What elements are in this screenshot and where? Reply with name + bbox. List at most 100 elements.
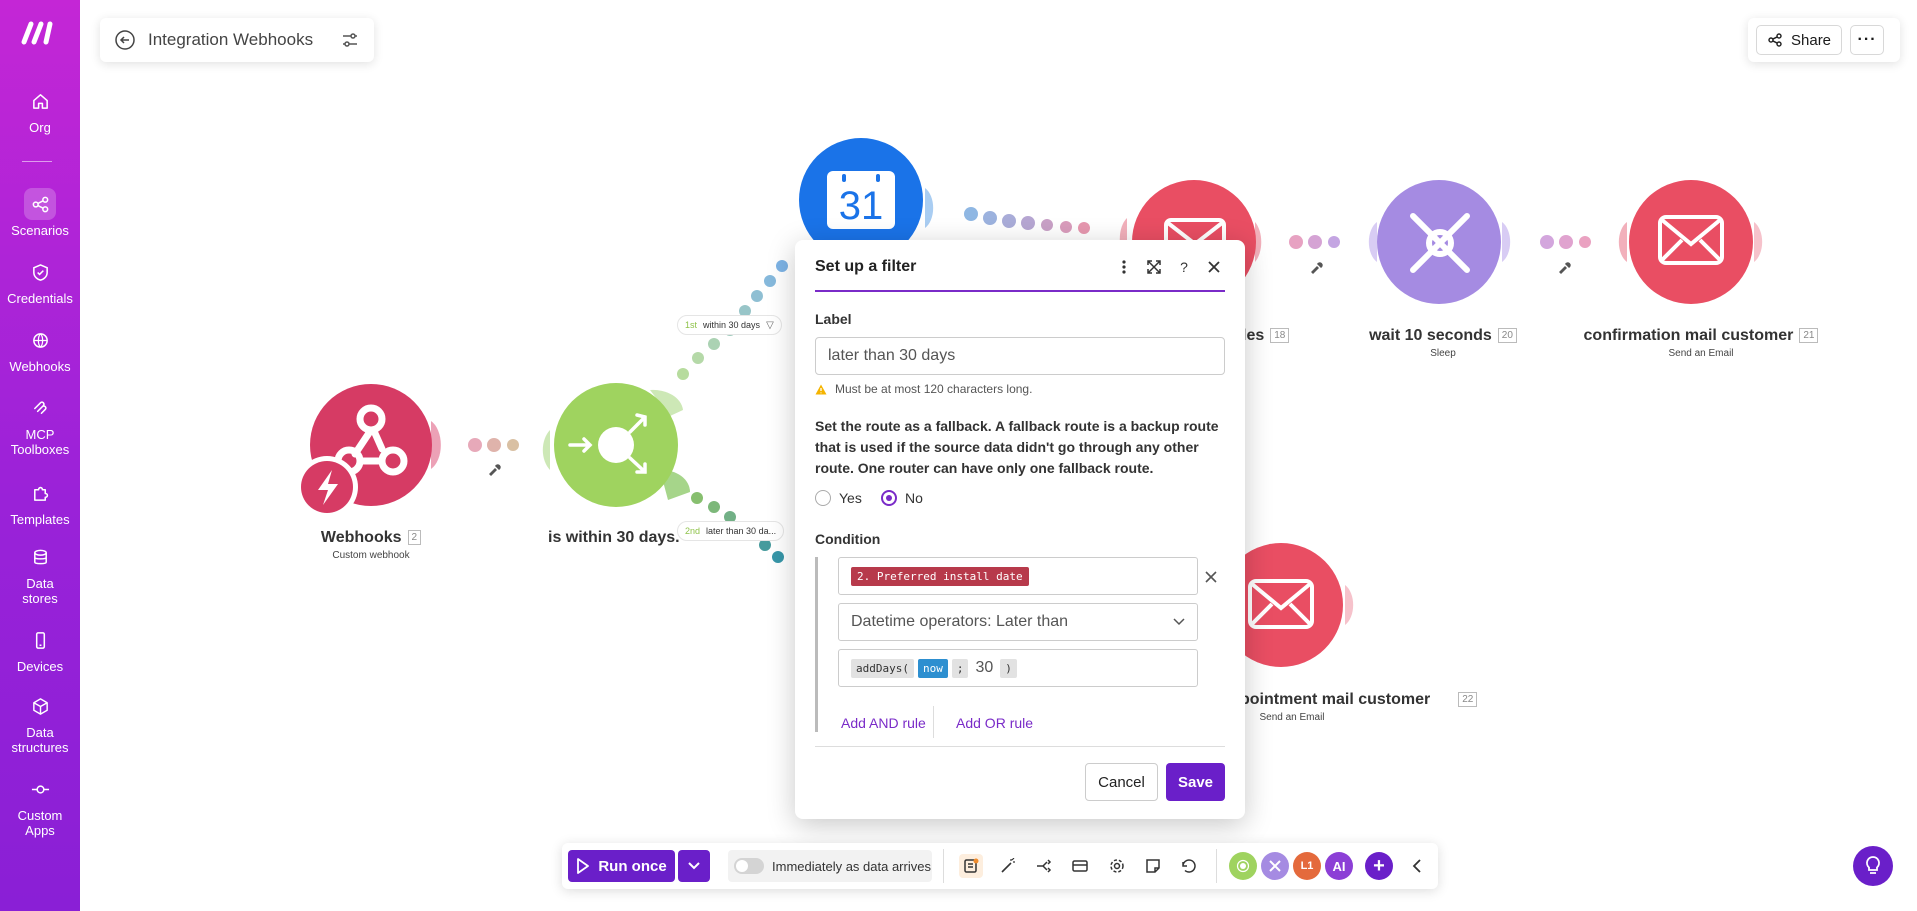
module-name: wait 10 seconds: [1369, 327, 1492, 344]
radio-label: Yes: [839, 490, 862, 506]
route-chip-1[interactable]: 1st within 30 days ▽: [677, 315, 782, 335]
expand-icon[interactable]: [1143, 256, 1165, 278]
footer-divider: [815, 746, 1225, 747]
router-app-icon[interactable]: [1229, 852, 1257, 880]
variable-chip[interactable]: 2. Preferred install date: [851, 566, 1029, 586]
wrench-icon[interactable]: [1311, 262, 1323, 274]
ai-app-icon[interactable]: AI: [1325, 852, 1353, 880]
modal-header: Set up a filter ?: [815, 256, 1225, 292]
add-app-icon[interactable]: +: [1365, 852, 1393, 880]
close-paren-chip: ): [1000, 658, 1017, 678]
module-id-badge: 22: [1458, 692, 1478, 707]
warning-icon: [815, 384, 827, 394]
run-once-button[interactable]: Run once: [568, 850, 675, 882]
add-and-rule-link[interactable]: Add AND rule: [841, 715, 926, 731]
modal-title: Set up a filter: [815, 258, 917, 275]
schedule-toggle[interactable]: Immediately as data arrives: [728, 850, 932, 882]
module-label-sleep: wait 10 seconds 20 Sleep: [1369, 327, 1517, 359]
function-chip[interactable]: addDays(: [851, 658, 914, 678]
toolbar-divider: [1216, 849, 1217, 883]
save-button[interactable]: Save: [1166, 763, 1225, 801]
module-id-badge: 18: [1270, 328, 1290, 343]
undo-icon[interactable]: [1176, 854, 1200, 878]
fallback-yes-radio[interactable]: Yes: [815, 490, 862, 506]
operator-value: Datetime operators: Later than: [851, 613, 1069, 630]
flow-icon[interactable]: [1032, 854, 1056, 878]
condition-field-input[interactable]: 2. Preferred install date: [838, 557, 1198, 595]
module-sleep[interactable]: [1368, 180, 1511, 304]
add-or-rule-link[interactable]: Add OR rule: [956, 715, 1033, 731]
chevron-down-icon: [1173, 618, 1185, 626]
wrench-icon[interactable]: [489, 464, 501, 476]
radio-label: No: [905, 490, 923, 506]
cancel-button[interactable]: Cancel: [1085, 763, 1158, 801]
gear-icon[interactable]: [1105, 854, 1129, 878]
module-subtitle: Custom webhook: [332, 550, 410, 561]
l1-app-icon[interactable]: L1: [1293, 852, 1321, 880]
module-subtitle: Send an Email: [1668, 348, 1734, 359]
label-input[interactable]: [815, 337, 1225, 375]
condition-heading: Condition: [815, 531, 881, 547]
sticky-note-icon[interactable]: [1141, 854, 1165, 878]
module-subtitle: Send an Email: [1259, 712, 1325, 723]
condition-group: 2. Preferred install date Datetime opera…: [815, 557, 1225, 732]
play-icon: [577, 858, 590, 874]
notes-icon[interactable]: [959, 854, 983, 878]
lightbulb-icon: [1866, 856, 1880, 874]
add-module-icon[interactable]: +: [1764, 231, 1776, 253]
route-label: later than 30 da...: [706, 526, 777, 536]
help-icon[interactable]: ?: [1173, 256, 1195, 278]
calendar-day: 31: [839, 184, 884, 228]
module-id-badge: 2: [407, 530, 422, 545]
module-router[interactable]: [542, 383, 691, 507]
module-label-appointment: pointment mail customer 22 Send an Email: [1240, 691, 1478, 723]
route-order: 1st: [685, 320, 698, 330]
filter-icon: ▽: [766, 319, 774, 331]
app-root: Org Scenarios Credentials Webhooks MCP T…: [0, 0, 1917, 911]
toggle-switch[interactable]: [734, 858, 764, 874]
condition-value-input[interactable]: addDays( now ; 30 ): [838, 649, 1198, 687]
module-subtitle: Sleep: [1430, 348, 1456, 359]
wrench-icon[interactable]: [1559, 262, 1571, 274]
chevron-down-icon: [688, 862, 700, 870]
layout-icon[interactable]: [1068, 854, 1092, 878]
kebab-menu-icon[interactable]: [1113, 256, 1135, 278]
module-label-email-top: les 18: [1242, 327, 1290, 345]
rule-divider: [933, 706, 934, 738]
module-webhooks[interactable]: [296, 384, 441, 518]
module-name: confirmation mail customer: [1583, 327, 1794, 344]
tools-app-icon[interactable]: [1261, 852, 1289, 880]
now-chip[interactable]: now: [917, 658, 948, 678]
remove-condition-icon[interactable]: [1205, 567, 1217, 588]
hint-text: Must be at most 120 characters long.: [835, 382, 1033, 396]
module-confirmation-email[interactable]: +: [1618, 180, 1776, 304]
module-name: pointment mail customer: [1240, 691, 1431, 708]
fallback-no-radio[interactable]: No: [881, 490, 923, 506]
close-icon[interactable]: [1203, 256, 1225, 278]
module-label-confirmation: confirmation mail customer 21 Send an Ema…: [1581, 327, 1821, 359]
magic-wand-icon[interactable]: [996, 854, 1020, 878]
module-id-badge: 20: [1497, 328, 1517, 343]
chevron-left-icon[interactable]: [1405, 854, 1429, 878]
separator-chip: ;: [951, 658, 969, 678]
module-name: is within 30 days.: [548, 529, 680, 546]
app-label: AI: [1332, 858, 1346, 874]
module-name: Webhooks: [320, 529, 402, 546]
run-dropdown-button[interactable]: [678, 850, 710, 882]
bottom-toolbar: Run once Immediately as data arrives L1 …: [562, 843, 1438, 889]
label-hint: Must be at most 120 characters long.: [815, 382, 1032, 396]
lightbulb-help-button[interactable]: [1853, 846, 1893, 886]
module-label-webhooks: Webhooks 2 Custom webhook: [307, 529, 435, 561]
radio-circle-selected[interactable]: [881, 490, 897, 506]
module-id-badge: 21: [1799, 328, 1819, 343]
route-order: 2nd: [685, 526, 701, 536]
route-chip-2[interactable]: 2nd later than 30 da...: [677, 521, 785, 541]
add-module-icon[interactable]: +: [1355, 594, 1367, 616]
filter-modal: Set up a filter ? Label Must be at most …: [795, 240, 1245, 819]
label-heading: Label: [815, 311, 852, 327]
fallback-description: Set the route as a fallback. A fallback …: [815, 418, 1219, 476]
operator-select[interactable]: Datetime operators: Later than: [838, 603, 1198, 641]
toolbar-divider: [943, 849, 944, 883]
radio-circle[interactable]: [815, 490, 831, 506]
value-number: 30: [975, 659, 994, 676]
